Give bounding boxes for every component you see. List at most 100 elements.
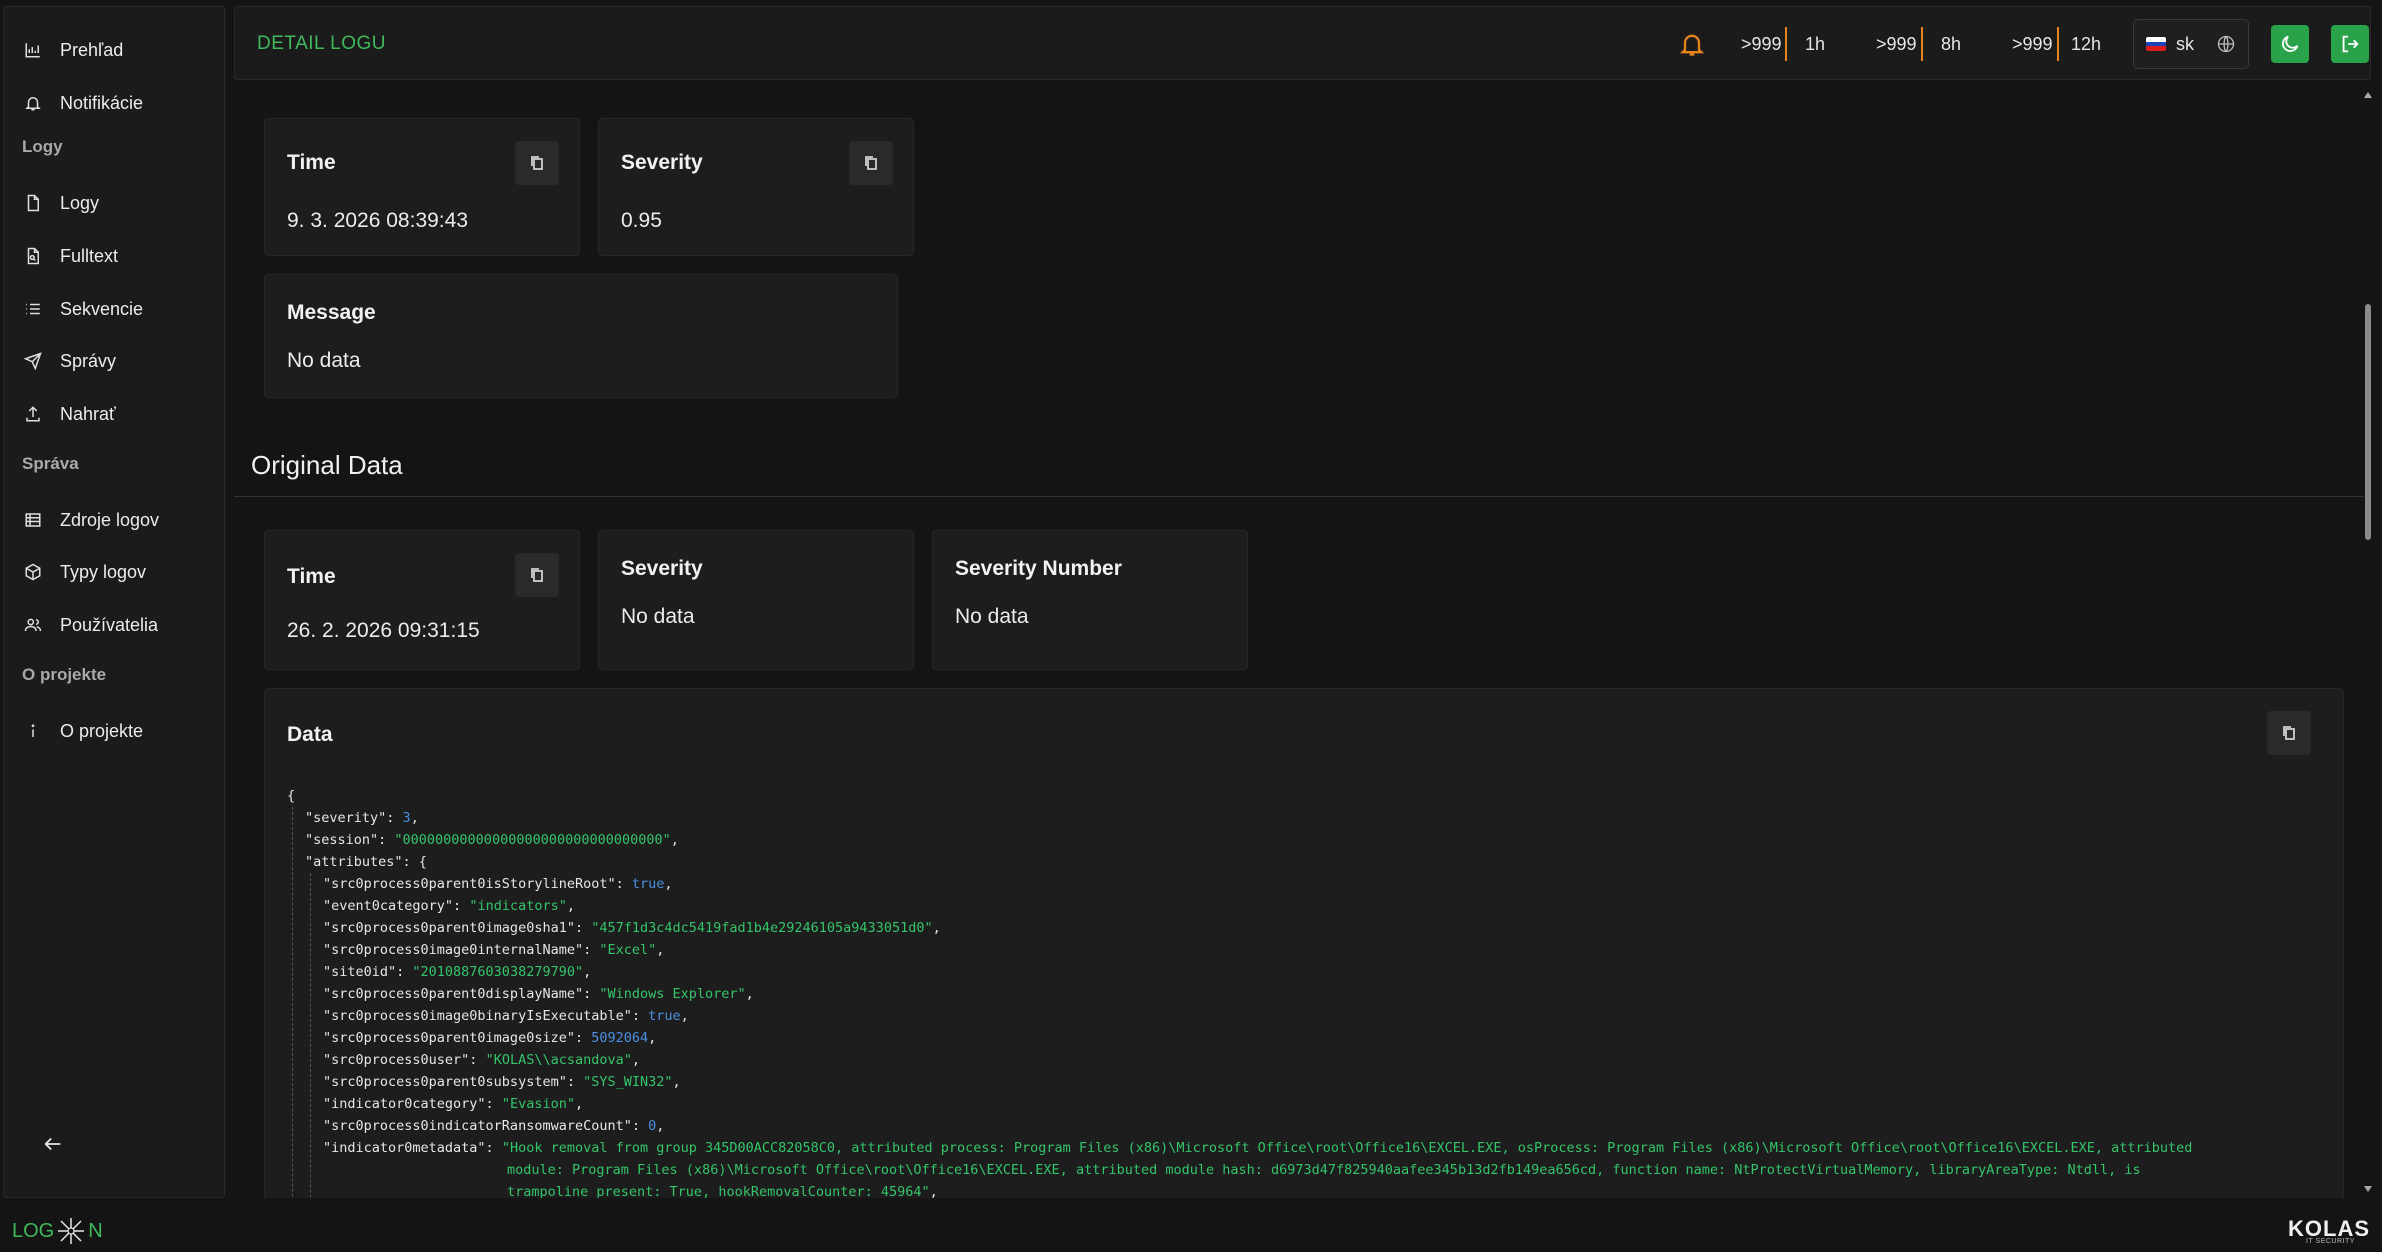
sidebar-item-spravy[interactable]: Správy xyxy=(4,341,226,381)
json-token: "attributes": { xyxy=(305,854,427,870)
json-line: "src0process0image0internalName": "Excel… xyxy=(287,939,2287,961)
section-divider xyxy=(234,496,2364,497)
table-icon xyxy=(22,509,44,531)
globe-icon xyxy=(2216,34,2236,54)
sidebar-item-zdroje-logov[interactable]: Zdroje logov xyxy=(4,500,226,540)
arrow-left-icon xyxy=(44,1137,61,1151)
moon-icon xyxy=(2282,35,2299,52)
scrollbar-thumb[interactable] xyxy=(2365,304,2371,540)
header: DETAIL LOGU >999 1h >999 8h >999 12h sk xyxy=(234,6,2371,80)
json-token: , xyxy=(672,1074,681,1090)
cube-icon xyxy=(22,561,44,583)
send-icon xyxy=(22,350,44,372)
sidebar-item-label: Logy xyxy=(60,192,100,213)
logout-icon xyxy=(2342,35,2359,53)
users-icon xyxy=(22,614,44,636)
json-token: 3 xyxy=(402,810,411,826)
sidebar-section-o-projekte: O projekte xyxy=(22,665,107,684)
original-data-card: Data {"severity": 3, "session": "00000000… xyxy=(264,688,2344,1198)
sidebar-item-typy-logov[interactable]: Typy logov xyxy=(4,552,226,592)
json-line: module: Program Files (x86)\Microsoft Of… xyxy=(287,1159,2287,1181)
collapse-sidebar-button[interactable] xyxy=(38,1129,68,1159)
card-title: Time xyxy=(287,151,336,174)
sidebar-item-notifikacie[interactable]: Notifikácie xyxy=(4,83,226,123)
json-token: trampoline present: True, hookRemovalCou… xyxy=(507,1184,930,1198)
json-line: "site0id": "2010887603038279790", xyxy=(287,961,2287,983)
json-line: "src0process0image0binaryIsExecutable": … xyxy=(287,1005,2287,1027)
copy-button[interactable] xyxy=(515,141,559,185)
sidebar-item-logy[interactable]: Logy xyxy=(4,183,226,223)
original-severity-card: Severity No data xyxy=(598,530,914,670)
json-token: "2010887603038279790" xyxy=(412,964,584,980)
scroll-down-arrow[interactable] xyxy=(2364,1186,2372,1192)
scrollbar[interactable] xyxy=(2362,86,2374,1198)
stat-divider xyxy=(1921,27,1923,61)
json-line: "src0process0user": "KOLAS\\acsandova", xyxy=(287,1049,2287,1071)
json-token: true xyxy=(631,876,665,892)
notifications-button[interactable] xyxy=(1675,27,1709,61)
json-token: "SYS_WIN32" xyxy=(583,1074,673,1090)
json-line: "event0category": "indicators", xyxy=(287,895,2287,917)
json-token: , xyxy=(648,1030,657,1046)
sidebar-item-sekvencie[interactable]: Sekvencie xyxy=(4,289,226,329)
json-token: "Evasion" xyxy=(501,1096,575,1112)
json-token: , xyxy=(680,1008,689,1024)
json-line: "src0process0parent0image0size": 5092064… xyxy=(287,1027,2287,1049)
bell-icon xyxy=(22,92,44,114)
json-token: "src0process0parent0subsystem": xyxy=(323,1074,584,1090)
logout-button[interactable] xyxy=(2331,25,2369,63)
stat-count-12h[interactable]: >999 xyxy=(2012,34,2053,55)
sidebar-item-fulltext[interactable]: Fulltext xyxy=(4,236,226,276)
sidebar-item-label: O projekte xyxy=(60,720,144,741)
card-title: Message xyxy=(287,301,376,324)
stat-period-12h[interactable]: 12h xyxy=(2071,34,2101,55)
sidebar-item-pouzivatelia[interactable]: Používatelia xyxy=(4,605,226,645)
language-code: sk xyxy=(2176,33,2194,54)
original-time-card: Time 26. 2. 2026 09:31:15 xyxy=(264,530,580,670)
stat-count-8h[interactable]: >999 xyxy=(1876,34,1917,55)
sidebar-item-label: Používatelia xyxy=(60,614,159,635)
json-viewer[interactable]: {"severity": 3, "session": "0000000000000… xyxy=(287,785,2287,1198)
json-token: , xyxy=(929,1184,938,1198)
theme-toggle-button[interactable] xyxy=(2271,25,2309,63)
stat-period-1h[interactable]: 1h xyxy=(1805,34,1825,55)
json-token: , xyxy=(574,1096,584,1112)
json-line: "src0process0parent0displayName": "Windo… xyxy=(287,983,2287,1005)
logo-text-right: N xyxy=(88,1219,103,1242)
json-token: { xyxy=(287,788,296,804)
language-selector[interactable]: sk xyxy=(2133,19,2249,69)
json-token: , xyxy=(932,920,941,936)
logon-logo: LOG N xyxy=(12,1216,103,1246)
copy-icon xyxy=(531,568,543,582)
copy-icon xyxy=(2283,726,2295,740)
json-token: "src0process0user": xyxy=(323,1052,486,1068)
sidebar-item-o-projekte[interactable]: O projekte xyxy=(4,711,226,751)
json-token: "Hook removal from group 345D00ACC82058C… xyxy=(501,1140,2193,1156)
sidebar-item-label: Zdroje logov xyxy=(60,509,160,530)
scroll-up-arrow[interactable] xyxy=(2364,92,2372,98)
copy-icon xyxy=(865,156,877,170)
json-line: "src0process0parent0image0sha1": "457f1d… xyxy=(287,917,2287,939)
json-token: , xyxy=(631,1052,641,1068)
sidebar-item-nahrat[interactable]: Nahrať xyxy=(4,394,226,434)
json-token: true xyxy=(648,1008,681,1024)
json-line: "indicator0metadata": "Hook removal from… xyxy=(287,1137,2287,1159)
json-token: , xyxy=(656,1118,665,1134)
page-title: DETAIL LOGU xyxy=(257,33,387,54)
stat-count-1h[interactable]: >999 xyxy=(1741,34,1782,55)
json-token: , xyxy=(583,964,592,980)
sidebar-item-prehlad[interactable]: Prehľad xyxy=(4,30,226,70)
copy-icon xyxy=(531,156,543,170)
info-icon xyxy=(22,720,44,742)
copy-button[interactable] xyxy=(849,141,893,185)
json-line: "severity": 3, xyxy=(287,807,2287,829)
copy-button[interactable] xyxy=(2267,711,2311,755)
json-line: "src0process0parent0isStorylineRoot": tr… xyxy=(287,873,2287,895)
stat-divider xyxy=(1785,27,1787,61)
json-token: , xyxy=(566,898,575,914)
stat-period-8h[interactable]: 8h xyxy=(1941,34,1961,55)
card-value: 9. 3. 2026 08:39:43 xyxy=(287,209,468,232)
copy-button[interactable] xyxy=(515,553,559,597)
chart-bar-icon xyxy=(22,39,44,61)
sidebar-item-label: Typy logov xyxy=(60,561,147,582)
